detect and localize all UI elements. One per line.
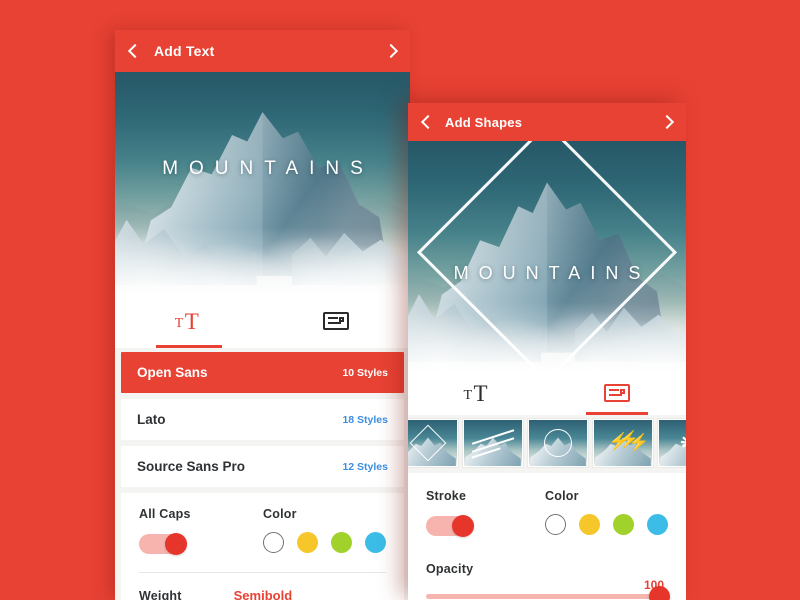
all-caps-label: All Caps	[139, 507, 191, 521]
tab-active-underline	[155, 345, 222, 348]
color-swatch-yellow[interactable]	[579, 514, 600, 535]
shape-thumbnail-snowflake[interactable]: ❋	[658, 419, 686, 467]
tabbar-right: TT	[408, 371, 686, 415]
shapes-card-icon	[323, 312, 350, 330]
color-label: Color	[545, 489, 579, 503]
opacity-group: Opacity 100	[426, 562, 670, 600]
color-swatch-yellow[interactable]	[297, 532, 318, 553]
weight-row[interactable]: Weight Semibold	[139, 588, 386, 600]
chevron-right-icon[interactable]	[661, 113, 672, 131]
toggle-knob	[452, 515, 474, 537]
color-swatch-white[interactable]	[263, 532, 284, 553]
page-title: Add Shapes	[445, 114, 523, 130]
shape-thumbnail-lines[interactable]	[463, 419, 523, 467]
tab-shapes[interactable]	[263, 294, 411, 348]
color-swatch-green[interactable]	[331, 532, 352, 553]
navbar-add-text: Add Text	[115, 30, 410, 72]
lines-icon	[471, 429, 515, 459]
tab-shapes[interactable]	[547, 371, 686, 415]
shape-controls-panel: Stroke Color Opacity 100	[408, 473, 686, 600]
font-styles-count: 18 Styles	[342, 413, 388, 426]
slider-knob[interactable]	[649, 586, 670, 600]
slider-track[interactable]	[426, 586, 670, 600]
font-row-source-sans-pro[interactable]: Source Sans Pro 12 Styles	[121, 446, 404, 487]
shape-thumbnail-diamond[interactable]	[408, 419, 458, 467]
text-format-icon: TT	[174, 309, 199, 334]
opacity-label: Opacity	[426, 562, 474, 576]
font-name: Open Sans	[137, 365, 208, 380]
snowflake-icon: ❋	[680, 434, 686, 453]
font-name: Source Sans Pro	[137, 459, 246, 474]
text-format-icon: TT	[463, 381, 488, 406]
navbar-add-shapes: Add Shapes	[408, 103, 686, 141]
font-list: Open Sans 10 Styles Lato 18 Styles Sourc…	[115, 348, 410, 487]
page-title: Add Text	[154, 43, 215, 59]
chevron-right-icon[interactable]	[385, 42, 396, 60]
all-caps-color-row: All Caps Color	[139, 507, 386, 555]
phone-panel-add-shapes: Add Shapes MOUNTAINS TT ⚡ ⚡ ⚡ Stroke Col…	[408, 103, 686, 600]
tabbar-left: TT	[115, 294, 410, 348]
all-caps-toggle[interactable]	[139, 533, 187, 555]
lightning-icon: ⚡ ⚡ ⚡	[608, 430, 650, 452]
stroke-color-row: Stroke Color	[426, 489, 668, 537]
tab-active-underline	[585, 412, 648, 415]
all-caps-group: All Caps	[139, 507, 263, 555]
color-swatch-blue[interactable]	[365, 532, 386, 553]
color-group: Color	[545, 489, 668, 536]
font-name: Lato	[137, 412, 166, 427]
chevron-left-icon[interactable]	[129, 42, 140, 60]
font-styles-count: 10 Styles	[342, 366, 388, 379]
toggle-knob	[165, 533, 187, 555]
phone-panel-add-text: Add Text MOUNTAINS TT Open Sans 10 Style…	[115, 30, 410, 600]
controls-divider	[139, 572, 386, 573]
stroke-toggle[interactable]	[426, 515, 474, 537]
text-controls-panel: All Caps Color Weight Semibold	[121, 493, 404, 600]
shape-thumbnail-circle[interactable]	[528, 419, 588, 467]
color-label: Color	[263, 507, 297, 521]
opacity-slider[interactable]: 100	[426, 578, 670, 600]
tab-text[interactable]: TT	[408, 371, 547, 415]
font-row-lato[interactable]: Lato 18 Styles	[121, 399, 404, 440]
circle-icon	[544, 429, 572, 457]
shape-thumbnail-lightning[interactable]: ⚡ ⚡ ⚡	[593, 419, 653, 467]
hero-image-mountains: MOUNTAINS	[115, 72, 410, 294]
diamond-icon	[409, 424, 447, 462]
color-swatch-green[interactable]	[613, 514, 634, 535]
weight-value: Semibold	[233, 588, 293, 600]
stroke-group: Stroke	[426, 489, 545, 537]
font-row-open-sans[interactable]: Open Sans 10 Styles	[121, 352, 404, 393]
hero-image-mountains: MOUNTAINS	[408, 141, 686, 371]
font-styles-count: 12 Styles	[342, 460, 388, 473]
color-swatches	[263, 532, 386, 553]
color-swatch-blue[interactable]	[647, 514, 668, 535]
hero-title-text[interactable]: MOUNTAINS	[408, 263, 686, 284]
color-swatch-white[interactable]	[545, 514, 566, 535]
hero-tint-overlay	[115, 72, 410, 294]
shapes-card-icon	[603, 384, 630, 402]
hero-title-text[interactable]: MOUNTAINS	[115, 158, 410, 180]
color-group: Color	[263, 507, 386, 554]
weight-label: Weight	[139, 589, 182, 600]
shape-thumbnail-strip[interactable]: ⚡⚡⚡ ❋	[408, 415, 686, 473]
tab-text[interactable]: TT	[115, 294, 263, 348]
chevron-left-icon[interactable]	[422, 113, 433, 131]
stroke-label: Stroke	[426, 489, 467, 503]
color-swatches	[545, 514, 668, 535]
